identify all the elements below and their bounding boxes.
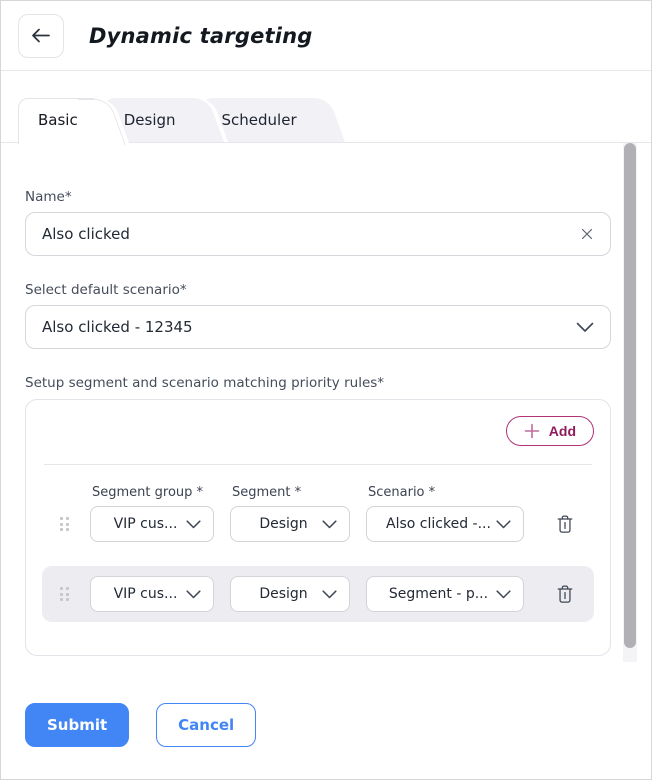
default-scenario-value: Also clicked - 12345 <box>42 318 576 336</box>
rules-box: Add Segment group * Segment * Scenario * <box>25 399 611 656</box>
chevron-down-icon <box>322 590 337 599</box>
segment-value: Design <box>245 586 322 602</box>
segment-select[interactable]: Design <box>230 506 350 542</box>
scenario-value: Also clicked -... <box>381 516 496 532</box>
segment-select[interactable]: Design <box>230 576 350 612</box>
name-label: Name* <box>25 189 611 205</box>
rules-column-headers: Segment group * Segment * Scenario * <box>42 485 594 500</box>
header: Dynamic targeting <box>1 1 651 71</box>
clear-icon[interactable] <box>580 227 594 241</box>
scenario-select[interactable]: Also clicked -... <box>366 506 524 542</box>
scrollbar-track[interactable] <box>623 143 637 662</box>
column-header-scenario: Scenario * <box>366 485 524 500</box>
cancel-button[interactable]: Cancel <box>156 703 256 747</box>
add-rule-button[interactable]: Add <box>506 416 594 446</box>
chevron-down-icon <box>186 590 201 599</box>
trash-icon <box>556 584 574 604</box>
dynamic-targeting-screen: Dynamic targeting Basic Design Scheduler… <box>0 0 652 780</box>
tab-design-label: Design <box>124 111 176 129</box>
tab-scheduler[interactable]: Scheduler <box>202 98 341 142</box>
default-scenario-select[interactable]: Also clicked - 12345 <box>25 305 611 349</box>
rules-toolbar: Add <box>42 416 594 446</box>
scenario-value: Segment - p... <box>381 586 496 602</box>
footer-actions: Submit Cancel <box>1 662 651 747</box>
chevron-down-icon <box>576 322 594 333</box>
trash-icon <box>556 514 574 534</box>
chevron-down-icon <box>186 520 201 529</box>
basic-tab-panel: Name* Also clicked Select default scenar… <box>1 142 651 662</box>
drag-handle-icon[interactable] <box>60 517 74 531</box>
plus-icon <box>524 423 540 439</box>
scenario-select[interactable]: Segment - p... <box>366 576 524 612</box>
rules-field-group: Setup segment and scenario matching prio… <box>25 375 611 656</box>
segment-group-value: VIP cus... <box>105 586 186 602</box>
segment-value: Design <box>245 516 322 532</box>
submit-button[interactable]: Submit <box>25 703 129 747</box>
delete-rule-button[interactable] <box>552 581 578 607</box>
rule-row: VIP cus... Design Also cli <box>42 506 594 542</box>
tab-basic[interactable]: Basic <box>18 98 122 142</box>
arrow-left-icon <box>31 28 51 43</box>
chevron-down-icon <box>322 520 337 529</box>
segment-group-select[interactable]: VIP cus... <box>90 506 214 542</box>
page-title: Dynamic targeting <box>89 24 313 48</box>
rules-label: Setup segment and scenario matching prio… <box>25 375 611 391</box>
tab-basic-label: Basic <box>38 111 78 129</box>
column-header-segment: Segment * <box>230 485 350 500</box>
drag-handle-icon[interactable] <box>60 587 74 601</box>
scrollbar-thumb[interactable] <box>624 143 636 648</box>
name-input-value: Also clicked <box>42 225 580 243</box>
back-button[interactable] <box>18 14 64 58</box>
name-input[interactable]: Also clicked <box>25 212 611 256</box>
segment-group-value: VIP cus... <box>105 516 186 532</box>
chevron-down-icon <box>496 520 511 529</box>
segment-group-select[interactable]: VIP cus... <box>90 576 214 612</box>
name-field-group: Name* Also clicked <box>25 189 611 256</box>
delete-rule-button[interactable] <box>552 511 578 537</box>
default-scenario-label: Select default scenario* <box>25 282 611 298</box>
default-scenario-field-group: Select default scenario* Also clicked - … <box>25 282 611 349</box>
add-rule-label: Add <box>549 423 576 439</box>
rule-row: VIP cus... Design <box>42 566 594 622</box>
tab-scheduler-label: Scheduler <box>222 111 297 129</box>
chevron-down-icon <box>496 590 511 599</box>
column-header-segment-group: Segment group * <box>90 485 214 500</box>
tab-bar: Basic Design Scheduler <box>18 98 651 142</box>
rules-divider <box>44 464 592 465</box>
rule-row-grid: VIP cus... Design <box>42 576 594 612</box>
